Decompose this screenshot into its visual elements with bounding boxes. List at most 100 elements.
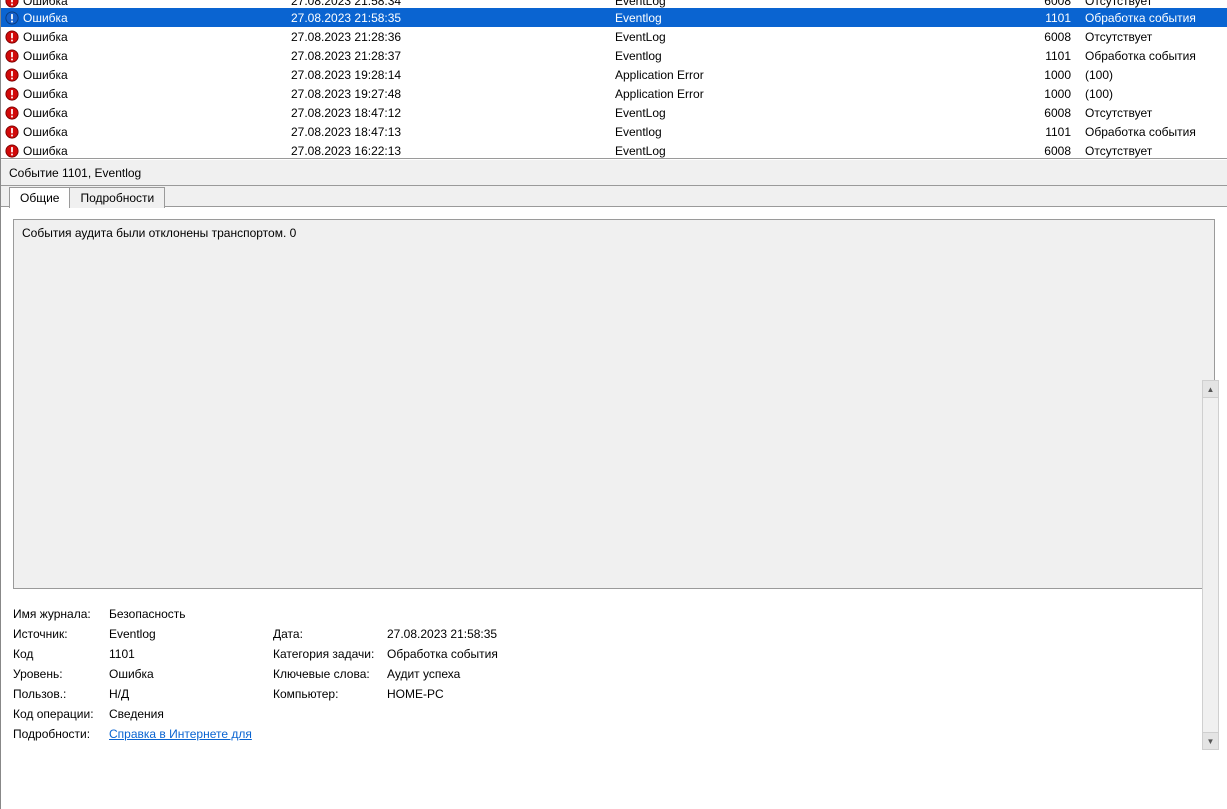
- table-row[interactable]: Ошибка27.08.2023 21:28:36EventLog6008Отс…: [1, 27, 1227, 46]
- label-date: Дата:: [273, 627, 383, 641]
- label-level: Уровень:: [13, 667, 105, 681]
- cell-level: Ошибка: [23, 87, 291, 101]
- cell-level: Ошибка: [23, 106, 291, 120]
- event-viewer-window: Ошибка 27.08.2023 21:58:34 EventLog 6008…: [0, 0, 1227, 809]
- label-user: Пользов.:: [13, 687, 105, 701]
- table-row[interactable]: Ошибка 27.08.2023 21:58:34 EventLog 6008…: [1, 0, 1227, 8]
- scroll-down-icon[interactable]: ▼: [1203, 732, 1218, 749]
- cell-date: 27.08.2023 21:28:37: [291, 49, 615, 63]
- value-log-name: Безопасность: [109, 607, 1215, 621]
- cell-source: EventLog: [615, 30, 985, 44]
- scroll-up-icon[interactable]: ▲: [1203, 381, 1218, 398]
- label-computer: Компьютер:: [273, 687, 383, 701]
- help-link[interactable]: Справка в Интернете для: [109, 727, 252, 741]
- cell-date: 27.08.2023 21:28:36: [291, 30, 615, 44]
- table-row[interactable]: Ошибка27.08.2023 18:47:12EventLog6008Отс…: [1, 103, 1227, 122]
- cell-level: Ошибка: [23, 0, 291, 8]
- cell-id: 1101: [985, 11, 1085, 25]
- value-user: Н/Д: [109, 687, 269, 701]
- cell-date: 27.08.2023 18:47:12: [291, 106, 615, 120]
- cell-source: Application Error: [615, 68, 985, 82]
- cell-level: Ошибка: [23, 144, 291, 158]
- splitter[interactable]: Событие 1101, Eventlog: [1, 158, 1227, 186]
- cell-level: Ошибка: [23, 30, 291, 44]
- info-icon: [5, 11, 23, 25]
- label-source: Источник:: [13, 627, 105, 641]
- cell-task: Обработка события: [1085, 125, 1227, 139]
- cell-id: 6008: [985, 144, 1085, 158]
- event-list[interactable]: Ошибка 27.08.2023 21:58:34 EventLog 6008…: [1, 0, 1227, 158]
- cell-date: 27.08.2023 18:47:13: [291, 125, 615, 139]
- cell-task: (100): [1085, 87, 1227, 101]
- tab-strip: Общие Подробности: [1, 186, 1227, 207]
- cell-id: 6008: [985, 30, 1085, 44]
- table-row[interactable]: Ошибка27.08.2023 18:47:13Eventlog1101Обр…: [1, 122, 1227, 141]
- table-row[interactable]: Ошибка27.08.2023 21:28:37Eventlog1101Обр…: [1, 46, 1227, 65]
- cell-task: Обработка события: [1085, 49, 1227, 63]
- cell-source: Application Error: [615, 87, 985, 101]
- error-icon: [5, 0, 23, 8]
- cell-level: Ошибка: [23, 11, 291, 25]
- cell-id: 1101: [985, 49, 1085, 63]
- error-icon: [5, 144, 23, 158]
- cell-source: Eventlog: [615, 11, 985, 25]
- table-row[interactable]: Ошибка27.08.2023 19:27:48Application Err…: [1, 84, 1227, 103]
- cell-date: 27.08.2023 21:58:34: [291, 0, 615, 8]
- cell-source: EventLog: [615, 106, 985, 120]
- label-more-info: Подробности:: [13, 727, 105, 741]
- value-source: Eventlog: [109, 627, 269, 641]
- cell-task: Отсутствует: [1085, 106, 1227, 120]
- event-message[interactable]: События аудита были отклонены транспорто…: [13, 219, 1215, 589]
- value-event-id: 1101: [109, 647, 269, 661]
- value-date: 27.08.2023 21:58:35: [387, 627, 1215, 641]
- cell-date: 27.08.2023 16:22:13: [291, 144, 615, 158]
- cell-date: 27.08.2023 19:27:48: [291, 87, 615, 101]
- label-opcode: Код операции:: [13, 707, 105, 721]
- error-icon: [5, 87, 23, 101]
- error-icon: [5, 68, 23, 82]
- details-pane: Событие 1101, Eventlog Общие Подробности…: [1, 158, 1227, 809]
- cell-id: 6008: [985, 0, 1085, 8]
- error-icon: [5, 125, 23, 139]
- table-row[interactable]: Ошибка27.08.2023 19:28:14Application Err…: [1, 65, 1227, 84]
- value-opcode: Сведения: [109, 707, 1215, 721]
- value-level: Ошибка: [109, 667, 269, 681]
- cell-source: EventLog: [615, 0, 985, 8]
- error-icon: [5, 106, 23, 120]
- cell-id: 1000: [985, 87, 1085, 101]
- cell-task: Отсутствует: [1085, 0, 1227, 8]
- scrollbar-vertical[interactable]: ▲ ▼: [1202, 380, 1219, 750]
- cell-task: Отсутствует: [1085, 144, 1227, 158]
- value-task-category: Обработка события: [387, 647, 1215, 661]
- value-help-link: Справка в Интернете для: [109, 727, 1215, 741]
- label-log-name: Имя журнала:: [13, 607, 105, 621]
- table-row[interactable]: Ошибка27.08.2023 16:22:13EventLog6008Отс…: [1, 141, 1227, 158]
- cell-id: 1101: [985, 125, 1085, 139]
- tab-general[interactable]: Общие: [9, 187, 70, 208]
- cell-source: Eventlog: [615, 49, 985, 63]
- label-task-category: Категория задачи:: [273, 647, 383, 661]
- tab-details[interactable]: Подробности: [69, 187, 165, 208]
- value-computer: HOME-PC: [387, 687, 1215, 701]
- value-keywords: Аудит успеха: [387, 667, 1215, 681]
- cell-level: Ошибка: [23, 68, 291, 82]
- cell-task: (100): [1085, 68, 1227, 82]
- detail-header: Событие 1101, Eventlog: [1, 159, 1227, 185]
- label-event-id: Код: [13, 647, 105, 661]
- cell-date: 27.08.2023 19:28:14: [291, 68, 615, 82]
- error-icon: [5, 30, 23, 44]
- event-properties: Имя журнала: Безопасность Источник: Even…: [13, 607, 1215, 741]
- cell-source: Eventlog: [615, 125, 985, 139]
- tab-body-general: События аудита были отклонены транспорто…: [1, 206, 1227, 809]
- cell-task: Отсутствует: [1085, 30, 1227, 44]
- table-row[interactable]: Ошибка27.08.2023 21:58:35Eventlog1101Обр…: [1, 8, 1227, 27]
- cell-id: 6008: [985, 106, 1085, 120]
- error-icon: [5, 49, 23, 63]
- cell-level: Ошибка: [23, 125, 291, 139]
- cell-task: Обработка события: [1085, 11, 1227, 25]
- cell-id: 1000: [985, 68, 1085, 82]
- cell-level: Ошибка: [23, 49, 291, 63]
- label-keywords: Ключевые слова:: [273, 667, 383, 681]
- cell-source: EventLog: [615, 144, 985, 158]
- cell-date: 27.08.2023 21:58:35: [291, 11, 615, 25]
